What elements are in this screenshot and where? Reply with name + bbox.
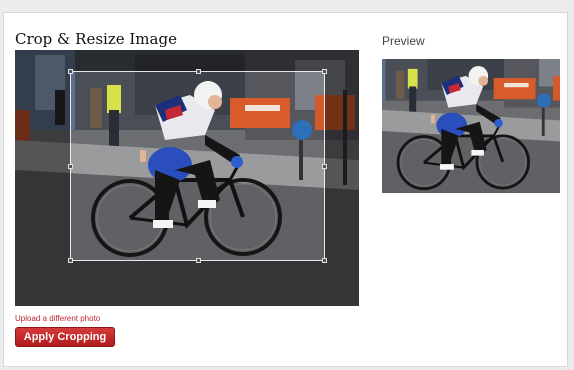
crop-handle-top[interactable] [196,69,201,74]
crop-handle-left[interactable] [68,164,73,169]
upload-different-photo-link[interactable]: Upload a different photo [15,314,100,323]
crop-handle-right[interactable] [322,164,327,169]
page-title: Crop & Resize Image [15,30,177,48]
apply-cropping-button[interactable]: Apply Cropping [15,327,115,347]
crop-handle-bottom-right[interactable] [322,258,327,263]
crop-handle-top-left[interactable] [68,69,73,74]
preview-image [382,59,560,193]
preview-label: Preview [382,34,425,48]
crop-handle-bottom[interactable] [196,258,201,263]
crop-handle-top-right[interactable] [322,69,327,74]
crop-handle-bottom-left[interactable] [68,258,73,263]
crop-selection[interactable] [68,69,327,263]
cyclist-preview-photo [382,59,560,193]
